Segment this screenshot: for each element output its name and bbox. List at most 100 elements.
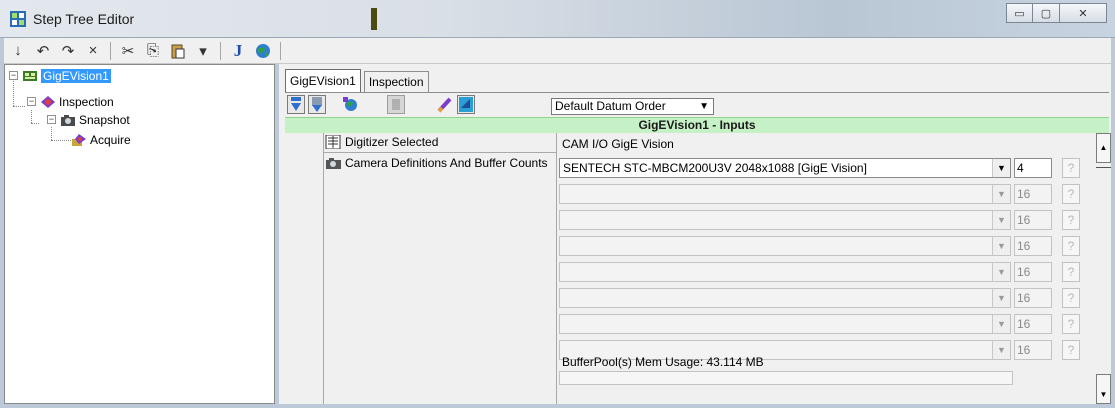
collapse-toggle[interactable]: − <box>9 71 18 80</box>
datum-order-value: Default Datum Order <box>555 99 666 113</box>
buffer-count-input[interactable]: 16 <box>1014 236 1052 256</box>
help-button[interactable]: ? <box>1062 158 1080 178</box>
camera-select-value: SENTECH STC-MBCM200U3V 2048x1088 [GigE V… <box>563 161 867 175</box>
chevron-down-icon[interactable]: ▼ <box>992 237 1010 255</box>
inspection-icon <box>41 95 55 108</box>
help-button[interactable]: ? <box>1062 314 1080 334</box>
properties-toolbar: Default Datum Order ▼ <box>285 93 1109 117</box>
maximize-button[interactable]: ▢ <box>1033 3 1060 23</box>
help-button[interactable]: ? <box>1062 340 1080 360</box>
chevron-down-icon[interactable]: ▼ <box>992 341 1010 359</box>
grid-column-line <box>323 133 324 404</box>
buffer-count-input[interactable]: 4 <box>1014 158 1052 178</box>
help-button[interactable]: ? <box>1062 262 1080 282</box>
step-tree-app-icon <box>10 11 26 27</box>
paste-icon-shape <box>171 44 185 58</box>
buffer-count-input[interactable]: 16 <box>1014 288 1052 308</box>
collapse-toggle[interactable]: − <box>47 115 56 124</box>
chevron-down-icon[interactable]: ▼ <box>992 289 1010 307</box>
grid-column-line <box>556 133 557 404</box>
inputs-section-header: GigEVision1 - Inputs <box>285 117 1109 133</box>
tree-node-snapshot[interactable]: − Snapshot <box>47 111 130 128</box>
tree-connector <box>31 110 32 123</box>
camera-select[interactable]: ▼ <box>559 210 1011 230</box>
arrow-down-icon <box>312 97 322 112</box>
toolbar-separator <box>280 41 281 60</box>
move-output-down-button[interactable] <box>308 95 326 114</box>
buffer-count-input[interactable]: 16 <box>1014 210 1052 230</box>
buffer-count-input[interactable]: 16 <box>1014 184 1052 204</box>
redo-icon[interactable]: ↷ <box>60 42 76 60</box>
chevron-down-icon[interactable]: ▼ <box>992 159 1010 177</box>
paste-icon[interactable] <box>170 42 186 60</box>
inputs-grid: Digitizer Selected CAM I/O GigE Vision C… <box>285 133 1092 404</box>
globe-icon[interactable] <box>255 42 271 60</box>
step-tree-pane: − GigEVision1 − Inspection − Snapshot Ac… <box>4 64 275 404</box>
tree-node-label: GigEVision1 <box>41 68 111 83</box>
title-bar-marker <box>371 8 377 30</box>
buffer-count-input[interactable]: 16 <box>1014 262 1052 282</box>
digitizer-selected-field: Digitizer Selected <box>325 135 438 149</box>
camera-definitions-label: Camera Definitions And Buffer Counts <box>345 156 548 170</box>
scroll-up-button[interactable]: ▲ <box>1096 133 1111 163</box>
tree-connector <box>31 123 39 124</box>
move-input-down-button[interactable] <box>287 95 305 114</box>
delete-icon[interactable]: × <box>85 42 101 60</box>
paste-dropdown-icon[interactable]: ▾ <box>195 42 211 60</box>
undo-icon[interactable]: ↶ <box>35 42 51 60</box>
acquire-icon <box>72 133 86 146</box>
close-button[interactable]: ✕ <box>1060 3 1107 23</box>
camera-select[interactable]: ▼ <box>559 314 1011 334</box>
tree-node-inspection[interactable]: − Inspection <box>27 93 114 110</box>
tree-node-label: Snapshot <box>79 112 130 127</box>
grid-row-line <box>323 152 557 153</box>
vertical-scrollbar[interactable]: ▲ ▼ <box>1096 133 1111 404</box>
digitizer-icon <box>325 135 341 149</box>
window-controls: ▭ ▢ ✕ <box>1006 3 1107 25</box>
main-toolbar: ↓ ↶ ↷ × ✂ ⎘ ▾ J <box>4 38 1111 64</box>
j-icon[interactable]: J <box>230 41 246 60</box>
chevron-down-icon[interactable]: ▼ <box>992 315 1010 333</box>
chevron-down-icon[interactable]: ▼ <box>992 185 1010 203</box>
buffer-count-input[interactable]: 16 <box>1014 314 1052 334</box>
pencil-icon <box>437 97 452 113</box>
scroll-thumb[interactable] <box>1096 167 1111 168</box>
tree-node-gigevision1[interactable]: − GigEVision1 <box>9 67 111 84</box>
help-button[interactable]: ? <box>1062 210 1080 230</box>
camera-select[interactable]: SENTECH STC-MBCM200U3V 2048x1088 [GigE V… <box>559 158 1011 178</box>
edit-button[interactable] <box>435 95 453 114</box>
help-button[interactable]: ? <box>1062 288 1080 308</box>
help-button[interactable]: ? <box>1062 184 1080 204</box>
buffer-mem-usage-bar <box>559 371 1013 385</box>
help-button[interactable]: ? <box>1062 236 1080 256</box>
collapse-toggle[interactable]: − <box>27 97 36 106</box>
tree-node-acquire[interactable]: Acquire <box>71 131 131 148</box>
tab-inspection[interactable]: Inspection <box>363 71 429 93</box>
document-icon <box>392 99 400 110</box>
step-properties-pane: GigEVision1 Inspection Default Datum Ord… <box>279 64 1111 404</box>
camera-select[interactable]: ▼ <box>559 236 1011 256</box>
chevron-down-icon[interactable]: ▼ <box>992 263 1010 281</box>
camera-select[interactable]: ▼ <box>559 184 1011 204</box>
digitizer-selected-value: CAM I/O GigE Vision <box>562 137 674 151</box>
datum-order-select[interactable]: Default Datum Order ▼ <box>551 98 714 115</box>
minimize-button[interactable]: ▭ <box>1006 3 1033 23</box>
chevron-down-icon[interactable]: ▼ <box>992 211 1010 229</box>
tree-node-label: Inspection <box>59 94 114 109</box>
tree-node-label: Acquire <box>90 132 131 147</box>
scroll-down-button[interactable]: ▼ <box>1096 374 1111 404</box>
digitizer-selected-label: Digitizer Selected <box>345 135 439 149</box>
tab-gigevision1[interactable]: GigEVision1 <box>285 69 361 93</box>
connect-button[interactable] <box>457 95 475 114</box>
datum-link-button[interactable] <box>341 95 359 114</box>
buffer-count-input[interactable]: 16 <box>1014 340 1052 360</box>
camera-select[interactable]: ▼ <box>559 262 1011 282</box>
copy-icon[interactable]: ⎘ <box>145 42 161 60</box>
cut-icon[interactable]: ✂ <box>120 42 136 60</box>
tree-connector <box>51 127 52 140</box>
title-bar[interactable]: Step Tree Editor ▭ ▢ ✕ <box>0 0 1115 38</box>
insert-below-icon[interactable]: ↓ <box>10 42 26 60</box>
camera-select[interactable]: ▼ <box>559 288 1011 308</box>
disabled-tool-button[interactable] <box>387 95 405 114</box>
camera-icon <box>326 158 341 169</box>
